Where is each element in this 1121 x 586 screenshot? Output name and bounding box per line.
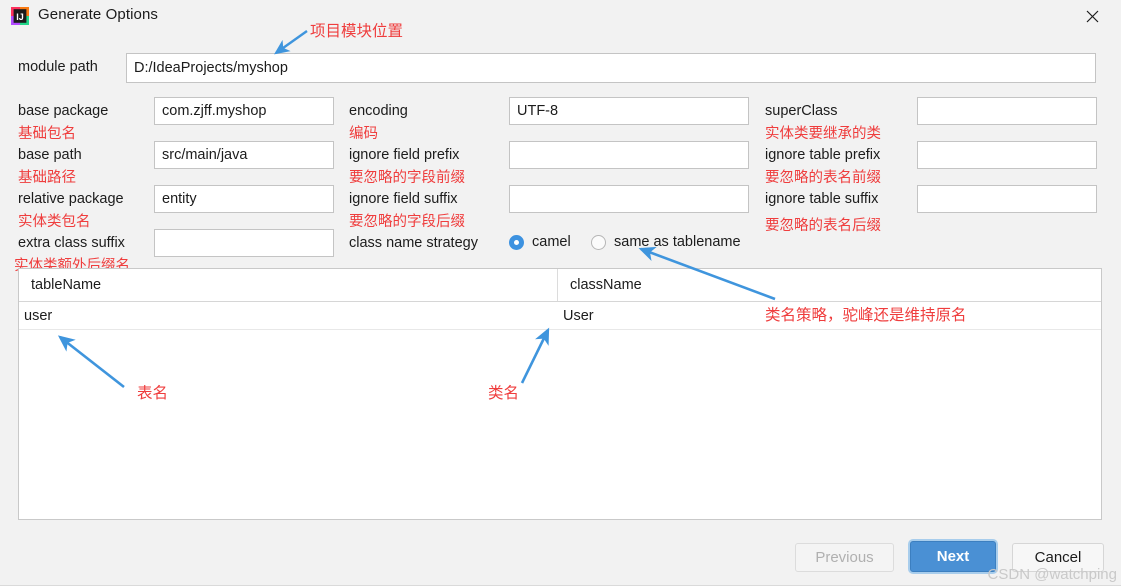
ignore-table-prefix-label: ignore table prefix [765, 147, 881, 163]
radio-camel[interactable]: camel [509, 234, 571, 250]
ignore-table-suffix-annotation: 要忽略的表名后缀 [765, 218, 881, 234]
module-path-input[interactable]: D:/IdeaProjects/myshop [126, 53, 1096, 83]
ignore-table-suffix-label: ignore table suffix [765, 191, 879, 207]
radio-same-as-tablename-indicator [591, 234, 606, 250]
class-name-annotation: 类名 [488, 384, 520, 402]
encoding-input[interactable]: UTF-8 [509, 97, 749, 125]
module-path-label: module path [18, 59, 98, 75]
ignore-field-suffix-label: ignore field suffix [349, 191, 458, 207]
module-path-value: D:/IdeaProjects/myshop [134, 60, 288, 76]
base-path-value: src/main/java [162, 147, 248, 163]
base-package-input[interactable]: com.zjff.myshop [154, 97, 334, 125]
relative-package-input[interactable]: entity [154, 185, 334, 213]
ignore-field-suffix-annotation: 要忽略的字段后缀 [349, 214, 465, 230]
extra-class-suffix-input[interactable] [154, 229, 334, 257]
encoding-annotation: 编码 [349, 126, 378, 142]
ignore-table-suffix-input[interactable] [917, 185, 1097, 213]
column-header-classname[interactable]: className [558, 269, 1101, 301]
relative-package-value: entity [162, 191, 197, 207]
relative-package-annotation: 实体类包名 [18, 214, 91, 230]
module-path-annotation: 项目模块位置 [310, 22, 404, 40]
super-class-input[interactable] [917, 97, 1097, 125]
column-header-tablename[interactable]: tableName [19, 269, 558, 301]
watermark: CSDN @watchping [987, 566, 1117, 583]
title-bar: IJ Generate Options [0, 0, 1121, 33]
base-path-input[interactable]: src/main/java [154, 141, 334, 169]
radio-same-as-tablename-label: same as tablename [614, 234, 741, 250]
window-title: Generate Options [38, 6, 159, 23]
radio-camel-label: camel [532, 234, 571, 250]
base-package-label: base package [18, 103, 109, 119]
next-button[interactable]: Next [910, 541, 996, 572]
ignore-field-prefix-label: ignore field prefix [349, 147, 460, 163]
ignore-field-prefix-annotation: 要忽略的字段前缀 [349, 170, 465, 186]
base-path-annotation: 基础路径 [18, 170, 76, 186]
ignore-field-prefix-input[interactable] [509, 141, 749, 169]
radio-camel-indicator [509, 234, 524, 250]
previous-button[interactable]: Previous [795, 543, 894, 572]
encoding-label: encoding [349, 103, 408, 119]
class-name-strategy-label: class name strategy [349, 235, 478, 251]
base-package-annotation: 基础包名 [18, 126, 76, 142]
extra-class-suffix-label: extra class suffix [18, 235, 125, 251]
base-package-value: com.zjff.myshop [162, 103, 267, 119]
base-path-label: base path [18, 147, 82, 163]
encoding-value: UTF-8 [517, 103, 559, 119]
intellij-idea-icon: IJ [11, 7, 29, 25]
table-name-annotation: 表名 [137, 384, 169, 402]
super-class-annotation: 实体类要继承的类 [765, 126, 881, 142]
super-class-label: superClass [765, 103, 838, 119]
svg-text:IJ: IJ [16, 12, 24, 22]
radio-same-as-tablename[interactable]: same as tablename [591, 234, 741, 250]
generate-options-dialog: IJ Generate Options module path D:/IdeaP… [0, 0, 1121, 586]
cell-tablename: user [24, 307, 53, 324]
close-icon[interactable] [1069, 0, 1115, 33]
class-name-strategy-annotation: 类名策略，驼峰还是维持原名 [765, 306, 967, 324]
table-header-row: tableName className [19, 269, 1101, 302]
ignore-table-prefix-annotation: 要忽略的表名前缀 [765, 170, 881, 186]
ignore-table-prefix-input[interactable] [917, 141, 1097, 169]
relative-package-label: relative package [18, 191, 124, 207]
ignore-field-suffix-input[interactable] [509, 185, 749, 213]
